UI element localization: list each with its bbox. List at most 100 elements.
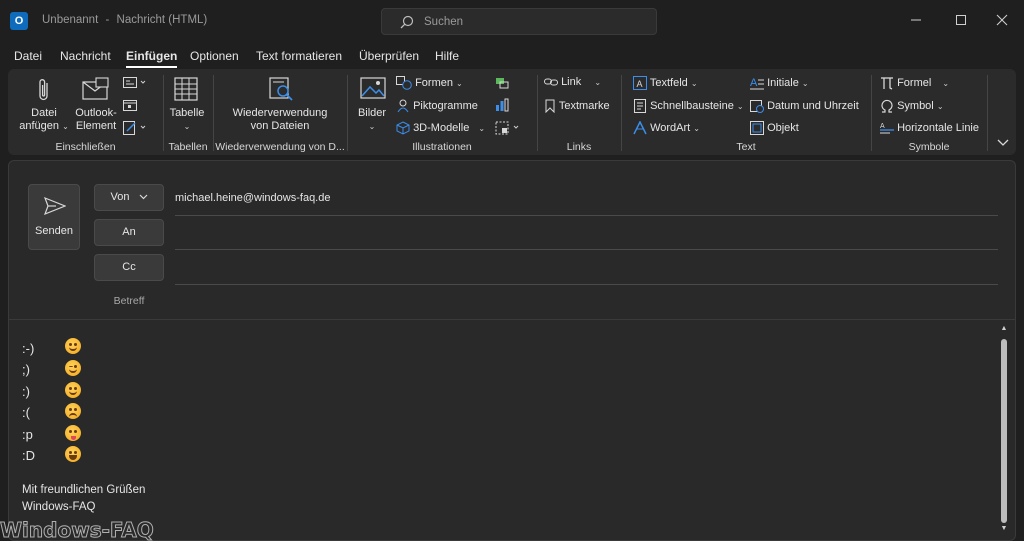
subject-field[interactable] <box>175 289 998 313</box>
menu-tabs: Datei Nachricht Einfügen Optionen Text f… <box>0 44 1024 68</box>
ribbon-separator <box>871 75 872 151</box>
chevron-down-icon: ⌄ <box>368 122 376 131</box>
send-button[interactable]: Senden <box>28 184 80 250</box>
piktogramme-button[interactable]: Piktogramme <box>396 99 478 113</box>
tab-datei[interactable]: Datei <box>14 49 42 63</box>
tab-einfuegen[interactable]: Einfügen <box>126 49 178 68</box>
ribbon-separator <box>987 75 988 151</box>
chart-icon[interactable] <box>495 98 509 112</box>
to-field[interactable] <box>175 249 998 250</box>
group-label-symbole: Symbole <box>908 141 950 153</box>
emoticon-code: :) <box>22 384 30 399</box>
tab-optionen[interactable]: Optionen <box>190 49 239 63</box>
minimize-button[interactable] <box>906 11 926 31</box>
ribbon: Datei anfügen ⌄ Outlook- Element Einschl… <box>8 69 1016 155</box>
tab-text-formatieren[interactable]: Text formatieren <box>256 49 342 63</box>
cube-icon <box>396 121 410 135</box>
horizontal-line-icon: A <box>880 123 894 134</box>
chevron-down-icon: ⌄ <box>693 123 700 133</box>
search-box[interactable]: Suchen <box>381 8 657 35</box>
wordart-button[interactable]: WordArt ⌄ <box>633 120 700 135</box>
search-placeholder: Suchen <box>424 16 464 28</box>
window-title: Unbenannt - Nachricht (HTML) <box>42 14 211 26</box>
textfeld-label: Textfeld <box>649 76 688 89</box>
3d-modelle-button[interactable]: 3D-Modelle ⌄ <box>396 121 485 135</box>
bilder-label: Bilder <box>357 107 387 119</box>
ribbon-separator <box>621 75 622 151</box>
datum-uhrzeit-button[interactable]: Datum und Uhrzeit <box>750 99 859 113</box>
schnellbausteine-label: Schnellbausteine <box>650 99 734 112</box>
business-card-icon[interactable] <box>123 77 147 89</box>
an-button[interactable]: An <box>94 219 164 246</box>
calendar-icon[interactable] <box>123 99 137 111</box>
textmarke-button[interactable]: Textmarke <box>544 99 610 114</box>
cc-field[interactable] <box>175 284 998 285</box>
from-address[interactable]: michael.heine@windows-faq.de <box>175 192 330 204</box>
emoticon-code: :D <box>22 448 35 463</box>
title-bar: O Unbenannt - Nachricht (HTML) Suchen <box>0 0 1024 42</box>
body-scrollbar[interactable]: ▲ ▼ <box>999 323 1009 537</box>
objekt-label: Objekt <box>767 121 799 134</box>
piktogramme-label: Piktogramme <box>413 99 478 112</box>
ribbon-separator <box>213 75 214 151</box>
symbol-button[interactable]: Symbol ⌄ <box>880 99 944 113</box>
shapes-icon <box>396 76 412 90</box>
screenshot-icon[interactable] <box>495 121 523 135</box>
von-button[interactable]: Von <box>94 184 164 211</box>
von-label: Von <box>110 191 130 203</box>
watermark: Windows-FAQ <box>0 518 154 541</box>
tab-hilfe[interactable]: Hilfe <box>435 49 459 63</box>
group-label-illustrationen: Illustrationen <box>412 141 472 153</box>
textfeld-button[interactable]: A Textfeld ⌄ <box>633 76 698 90</box>
quick-parts-icon <box>634 99 646 113</box>
symbol-label: Symbol <box>897 99 934 112</box>
close-button[interactable] <box>992 11 1012 31</box>
cc-label: Cc <box>122 261 136 273</box>
smile-emoji-icon <box>65 382 81 398</box>
svg-text:A: A <box>880 123 885 130</box>
link-icon <box>544 78 558 86</box>
horizontale-linie-button[interactable]: A Horizontale Linie <box>880 121 979 135</box>
ribbon-expand-icon[interactable] <box>997 139 1009 147</box>
datei-anfuegen-button[interactable]: Datei anfügen ⌄ <box>16 75 72 135</box>
compose-area: Senden Von michael.heine@windows-faq.de … <box>8 160 1016 541</box>
svg-text:A: A <box>637 79 643 89</box>
smartart-icon[interactable] <box>495 76 509 90</box>
picture-icon <box>360 77 386 99</box>
document-name: Unbenannt <box>42 14 99 26</box>
tab-ueberpruefen[interactable]: Überprüfen <box>359 49 419 63</box>
signature-icon[interactable] <box>123 121 149 135</box>
chevron-down-icon: ⌄ <box>801 78 809 88</box>
icons-icon <box>397 99 409 113</box>
wiederverwendung-button[interactable]: Wiederverwendung von Dateien <box>216 75 344 135</box>
datei-label: Datei <box>31 107 57 119</box>
group-label-einschliessen: Einschließen <box>55 141 116 153</box>
scroll-up-icon[interactable]: ▲ <box>999 325 1009 332</box>
maximize-button[interactable] <box>951 11 971 31</box>
initiale-button[interactable]: A Initiale ⌄ <box>750 76 809 90</box>
outlook-element-button[interactable]: Outlook- Element <box>72 75 120 135</box>
svg-text:A: A <box>750 77 758 89</box>
chevron-down-icon: ⌄ <box>478 123 486 133</box>
schnellbausteine-button[interactable]: Schnellbausteine ⌄ <box>633 99 744 113</box>
cc-button[interactable]: Cc <box>94 254 164 281</box>
tabelle-button[interactable]: Tabelle ⌄ <box>166 75 208 135</box>
formel-label: Formel <box>897 76 932 89</box>
formel-button[interactable]: Formel ⌄ <box>880 76 949 90</box>
initiale-label: Initiale <box>767 76 799 89</box>
tab-nachricht[interactable]: Nachricht <box>60 49 111 63</box>
formen-button[interactable]: Formen ⌄ <box>396 76 463 90</box>
ribbon-separator <box>347 75 348 151</box>
scroll-thumb[interactable] <box>1001 339 1007 523</box>
bilder-button[interactable]: Bilder ⌄ <box>352 75 392 135</box>
link-button[interactable]: Link ⌄ <box>544 76 601 88</box>
objekt-button[interactable]: Objekt <box>750 121 799 135</box>
wordart-label: WordArt <box>650 121 691 134</box>
emoticon-code: :( <box>22 405 30 420</box>
scroll-down-icon[interactable]: ▼ <box>999 525 1009 532</box>
paperclip-icon <box>39 79 48 101</box>
datum-label: Datum und Uhrzeit <box>767 99 859 112</box>
minimize-icon <box>911 19 921 21</box>
outlook-logo-icon: O <box>10 12 28 30</box>
close-icon <box>996 14 1008 26</box>
